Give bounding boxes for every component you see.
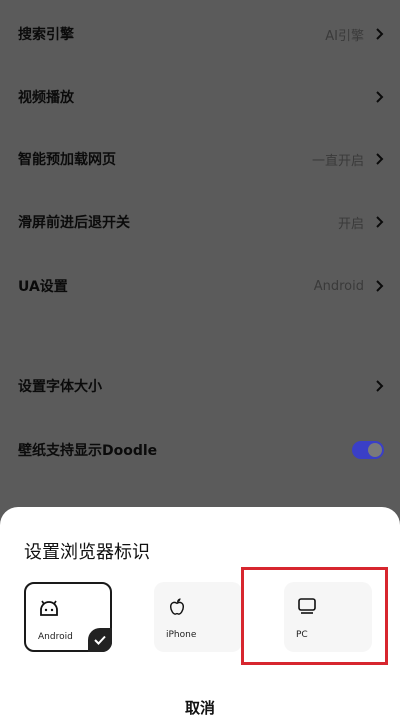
settings-row-label: 搜索引擎 (18, 27, 74, 43)
ua-option-android[interactable]: Android (24, 582, 112, 652)
settings-row-label: 滑屏前进后退开关 (18, 215, 130, 231)
ua-option-label: iPhone (166, 630, 197, 640)
android-icon (40, 600, 58, 616)
sheet-title: 设置浏览器标识 (24, 542, 150, 563)
settings-row-label: 智能预加载网页 (18, 152, 116, 168)
cancel-button[interactable]: 取消 (0, 697, 400, 718)
settings-row-video[interactable]: 视频播放 (18, 83, 384, 111)
check-icon (88, 628, 112, 652)
apple-icon (169, 598, 185, 615)
settings-row-value: AI引擎 (325, 28, 364, 44)
settings-row-search-engine[interactable]: 搜索引擎 AI引擎 (18, 20, 384, 48)
ua-option-iphone[interactable]: iPhone (154, 582, 242, 652)
chevron-right-icon (376, 380, 384, 392)
settings-row-label: 设置字体大小 (18, 379, 102, 395)
chevron-right-icon (376, 280, 384, 292)
settings-row-doodle: 壁纸支持显示Doodle (18, 436, 384, 464)
chevron-right-icon (376, 216, 384, 228)
settings-row-font-size[interactable]: 设置字体大小 (18, 372, 384, 400)
settings-row-preload[interactable]: 智能预加载网页 一直开启 (18, 145, 384, 173)
highlight-box (241, 567, 388, 665)
settings-row-label: 视频播放 (18, 90, 74, 106)
settings-row-label: 壁纸支持显示Doodle (18, 443, 158, 459)
chevron-right-icon (376, 91, 384, 103)
settings-row-value: 一直开启 (311, 153, 364, 169)
chevron-right-icon (376, 153, 384, 165)
ua-option-label: Android (38, 632, 73, 642)
settings-row-value: Android (313, 278, 364, 294)
settings-row-swipe-nav[interactable]: 滑屏前进后退开关 开启 (18, 208, 384, 236)
doodle-toggle[interactable] (352, 441, 384, 459)
chevron-right-icon (376, 28, 384, 40)
settings-row-label: UA设置 (18, 279, 68, 295)
toggle-knob (368, 443, 382, 457)
settings-row-value: 开启 (337, 216, 364, 232)
settings-row-ua[interactable]: UA设置 Android (18, 272, 384, 300)
